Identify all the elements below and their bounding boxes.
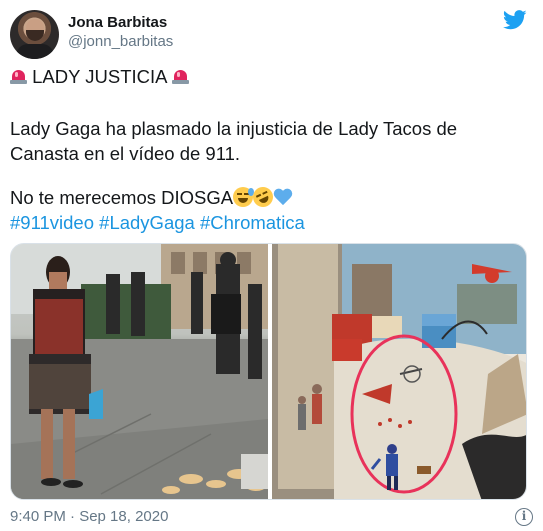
title-text: LADY JUSTICIA (32, 66, 167, 87)
blue-heart-icon (273, 189, 293, 207)
street-photo[interactable] (11, 244, 268, 499)
tweet-header: Jona Barbitas @jonn_barbitas (10, 8, 533, 59)
info-icon[interactable]: i (515, 508, 533, 526)
mural-photo-illustration (272, 244, 526, 499)
tweet-line-title: LADY JUSTICIA (10, 64, 530, 89)
hashtag-911video[interactable]: #911video (10, 212, 94, 233)
avatar-shirt (16, 44, 54, 59)
avatar[interactable] (10, 10, 59, 59)
tweet-card[interactable]: Jona Barbitas @jonn_barbitas LADY JUSTIC… (0, 0, 543, 531)
tweet-body-text: Lady Gaga ha plasmado la injusticia de L… (10, 118, 458, 164)
diosga-text: No te merecemos DIOSGA (10, 187, 234, 208)
twitter-bird-icon[interactable] (503, 10, 527, 30)
tweet-line-diosga: No te merecemos DIOSGA (10, 183, 530, 211)
mural-photo[interactable] (272, 244, 526, 499)
hashtag-line: #911video #LadyGaga #Chromatica (10, 210, 530, 235)
media-grid[interactable] (10, 243, 527, 500)
user-handle[interactable]: @jonn_barbitas (68, 32, 173, 52)
tweet-timestamp[interactable]: 9:40 PM · Sep 18, 2020 (10, 507, 168, 527)
author-names: Jona Barbitas @jonn_barbitas (68, 13, 173, 52)
police-light-icon (171, 67, 189, 85)
display-name[interactable]: Jona Barbitas (68, 13, 173, 32)
police-light-icon (10, 67, 27, 85)
hashtag-ladygaga[interactable]: #LadyGaga (99, 212, 195, 233)
grinning-sweat-icon (233, 187, 255, 207)
street-photo-illustration (11, 244, 268, 499)
hashtag-chromatica[interactable]: #Chromatica (200, 212, 305, 233)
avatar-beard (26, 30, 44, 41)
